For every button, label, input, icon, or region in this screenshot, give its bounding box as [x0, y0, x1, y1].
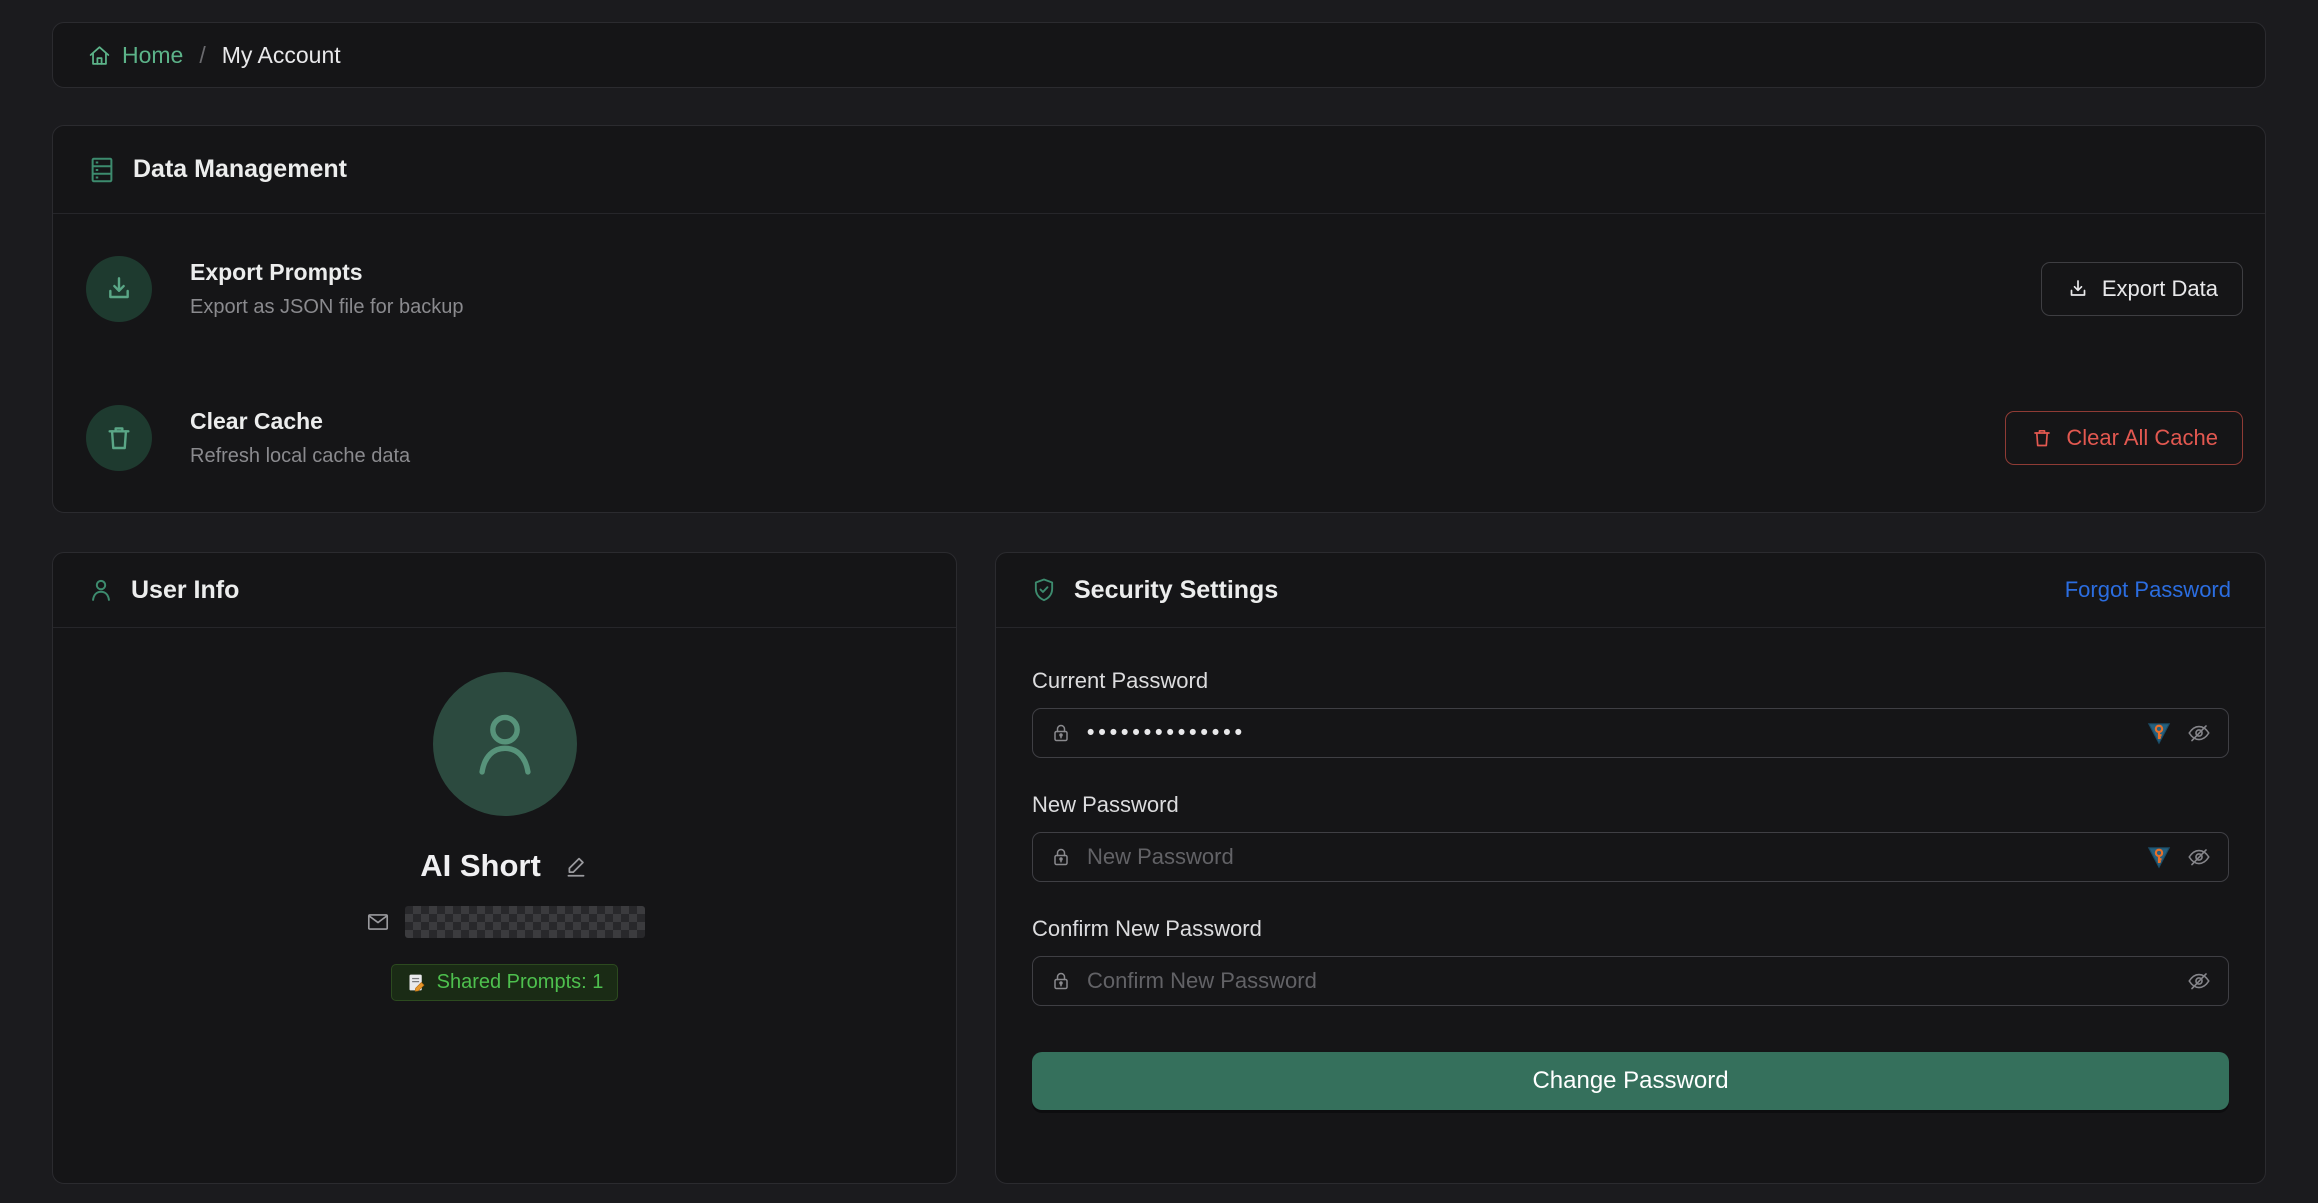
- user-email-row: [365, 906, 645, 938]
- security-settings-header: Security Settings Forgot Password: [996, 553, 2265, 628]
- clear-all-cache-button[interactable]: Clear All Cache: [2005, 411, 2243, 465]
- data-management-header: Data Management: [53, 126, 2265, 214]
- avatar[interactable]: [433, 672, 577, 816]
- confirm-new-password-input[interactable]: [1087, 968, 2186, 994]
- trash-icon: [103, 422, 135, 454]
- eye-invisible-icon[interactable]: [2186, 968, 2212, 994]
- trash-icon: [2030, 426, 2054, 450]
- clear-cache-subtitle: Refresh local cache data: [190, 445, 410, 468]
- lock-icon: [1049, 845, 1073, 869]
- edit-icon[interactable]: [563, 853, 589, 879]
- lock-icon: [1049, 721, 1073, 745]
- export-prompts-subtitle: Export as JSON file for backup: [190, 296, 463, 319]
- current-password-field: [1032, 708, 2229, 758]
- lock-icon: [1049, 969, 1073, 993]
- home-icon: [87, 43, 112, 68]
- confirm-new-password-field: [1032, 956, 2229, 1006]
- password-manager-icon[interactable]: [2146, 844, 2172, 870]
- new-password-field: [1032, 832, 2229, 882]
- eye-invisible-icon[interactable]: [2186, 720, 2212, 746]
- forgot-password-link[interactable]: Forgot Password: [2065, 577, 2231, 603]
- breadcrumb-home-label: Home: [122, 42, 183, 69]
- current-password-label: Current Password: [1032, 668, 2229, 694]
- data-management-title: Data Management: [133, 155, 347, 184]
- user-name: AI Short: [420, 848, 541, 884]
- user-info-title: User Info: [131, 576, 239, 605]
- security-settings-card: Security Settings Forgot Password Curren…: [995, 552, 2266, 1184]
- data-management-card: Data Management Export Prompts Export as…: [52, 125, 2266, 513]
- user-info-card: User Info AI Short: [52, 552, 957, 1184]
- user-info-header: User Info: [53, 553, 956, 628]
- breadcrumb: Home / My Account: [52, 22, 2266, 88]
- breadcrumb-current: My Account: [222, 42, 341, 69]
- shared-prompts-badge-label: Shared Prompts: 1: [437, 971, 604, 994]
- clear-cache-title: Clear Cache: [190, 408, 410, 435]
- new-password-input[interactable]: [1087, 844, 2146, 870]
- shield-check-icon: [1030, 576, 1058, 604]
- confirm-new-password-label: Confirm New Password: [1032, 916, 2229, 942]
- clear-cache-row: Clear Cache Refresh local cache data Cle…: [53, 363, 2265, 512]
- download-icon: [103, 273, 135, 305]
- breadcrumb-separator: /: [199, 42, 205, 69]
- download-icon: [2066, 277, 2090, 301]
- mail-icon: [365, 909, 391, 935]
- database-icon: [87, 155, 117, 185]
- person-icon: [462, 701, 548, 787]
- clear-all-cache-button-label: Clear All Cache: [2066, 425, 2218, 451]
- user-email-redacted: [405, 906, 645, 938]
- breadcrumb-home-link[interactable]: Home: [87, 42, 183, 69]
- export-prompts-icon-circle: [86, 256, 152, 322]
- memo-icon: [406, 972, 427, 993]
- user-icon: [87, 576, 115, 604]
- clear-cache-icon-circle: [86, 405, 152, 471]
- password-manager-icon[interactable]: [2146, 720, 2172, 746]
- export-prompts-row: Export Prompts Export as JSON file for b…: [53, 214, 2265, 363]
- security-settings-title: Security Settings: [1074, 576, 1278, 605]
- export-data-button-label: Export Data: [2102, 276, 2218, 302]
- new-password-label: New Password: [1032, 792, 2229, 818]
- export-data-button[interactable]: Export Data: [2041, 262, 2243, 316]
- change-password-button[interactable]: Change Password: [1032, 1052, 2229, 1110]
- eye-invisible-icon[interactable]: [2186, 844, 2212, 870]
- export-prompts-title: Export Prompts: [190, 259, 463, 286]
- current-password-input[interactable]: [1087, 721, 2146, 745]
- shared-prompts-badge: Shared Prompts: 1: [391, 964, 619, 1001]
